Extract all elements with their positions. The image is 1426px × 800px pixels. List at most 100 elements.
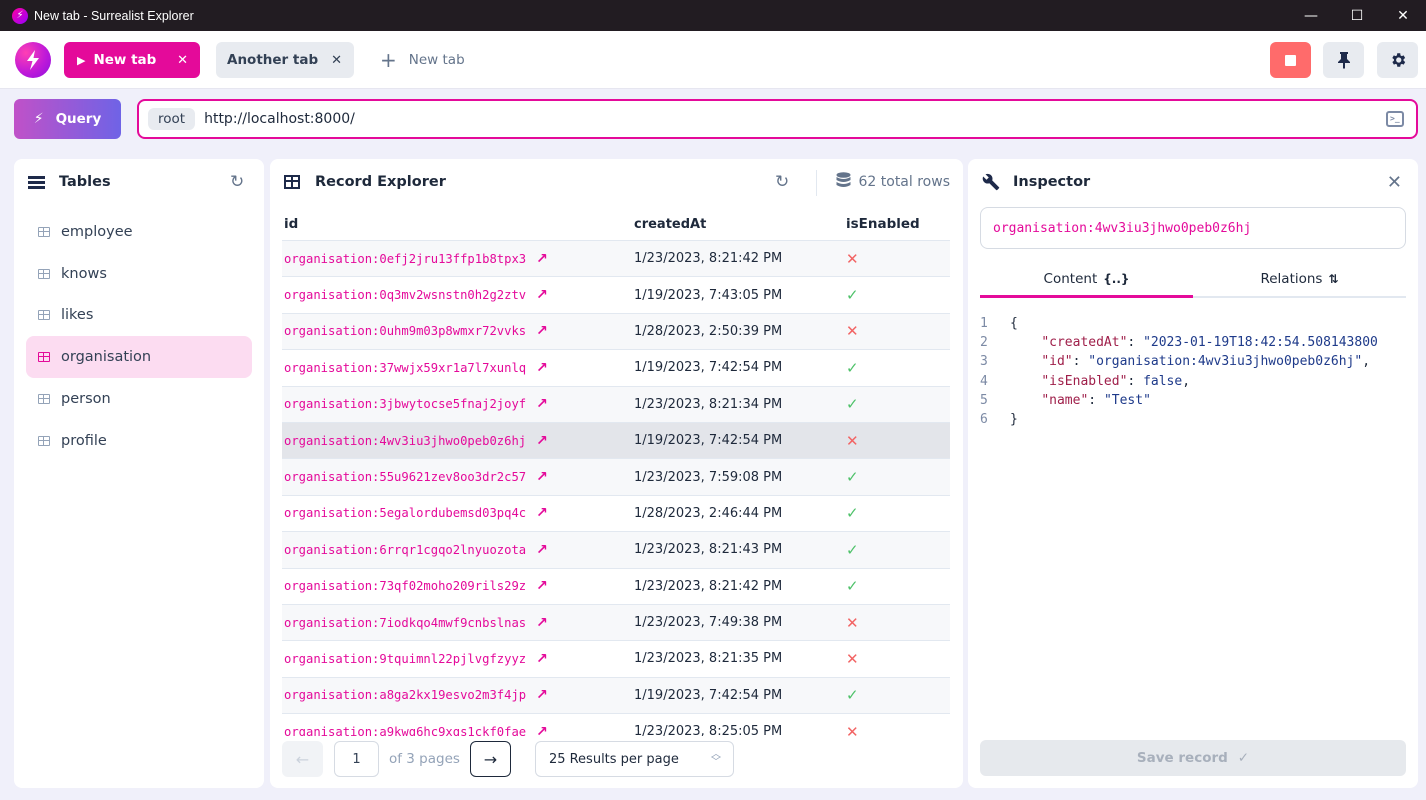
- total-rows-label: 62 total rows: [858, 174, 951, 190]
- table-row[interactable]: organisation:5egalordubemsd03pq4c ↗ 1/28/2…: [282, 496, 950, 533]
- close-tab-icon[interactable]: ✕: [177, 53, 188, 68]
- tab-content[interactable]: Content {..}: [980, 262, 1193, 298]
- tab-relations[interactable]: Relations ⇅: [1193, 262, 1406, 296]
- record-link[interactable]: organisation:55u9621zev8oo3dr2c57: [284, 470, 526, 484]
- record-link[interactable]: organisation:3jbwytocse5fnaj2joyf: [284, 397, 526, 411]
- results-per-page-select[interactable]: 25 Results per page ︿ ﹀: [534, 741, 734, 777]
- column-header-createdAt[interactable]: createdAt: [634, 217, 842, 232]
- open-record-icon[interactable]: ↗: [536, 724, 548, 736]
- table-row[interactable]: organisation:4wv3iu3jhwo0peb0z6hj ↗ 1/19/2…: [282, 422, 950, 460]
- record-json-editor[interactable]: 1{2 "createdAt": "2023-01-19T18:42:54.50…: [980, 316, 1406, 436]
- record-link[interactable]: organisation:0uhm9m03p8wmxr72vvks: [284, 324, 526, 338]
- record-link[interactable]: organisation:6rrqr1cgqo2lnyuozota: [284, 543, 526, 557]
- table-row[interactable]: organisation:3jbwytocse5fnaj2joyf ↗ 1/23/2…: [282, 386, 950, 423]
- sidebar-item-likes[interactable]: likes: [26, 294, 252, 336]
- record-link[interactable]: organisation:9tquimnl22pjlvgfzyyz: [284, 652, 526, 666]
- code-line: 4 "isEnabled": false,: [980, 374, 1406, 393]
- connection-bar[interactable]: root http://localhost:8000/ >_: [137, 99, 1418, 139]
- open-record-icon[interactable]: ↗: [536, 323, 548, 339]
- table-row[interactable]: organisation:a9kwg6hc9xgs1ckf0fae ↗ 1/23/2…: [282, 714, 950, 736]
- table-row[interactable]: organisation:55u9621zev8oo3dr2c57 ↗ 1/23/2…: [282, 459, 950, 496]
- record-link[interactable]: organisation:0efj2jru13ffp1b8tpx3: [284, 252, 526, 266]
- table-row[interactable]: organisation:0efj2jru13ffp1b8tpx3 ↗ 1/23/2…: [282, 241, 950, 278]
- stop-server-button[interactable]: [1270, 42, 1311, 78]
- tab-another-tab[interactable]: Another tab ✕: [216, 42, 354, 78]
- settings-button[interactable]: [1377, 42, 1418, 78]
- sidebar-item-employee[interactable]: employee: [26, 211, 252, 253]
- open-record-icon[interactable]: ↗: [536, 469, 548, 485]
- record-link[interactable]: organisation:4wv3iu3jhwo0peb0z6hj: [284, 434, 526, 448]
- records-table: id createdAt isEnabled organisation:0efj…: [282, 208, 950, 736]
- record-link[interactable]: organisation:5egalordubemsd03pq4c: [284, 506, 526, 520]
- cell-createdAt: 1/23/2023, 8:21:42 PM: [634, 578, 783, 594]
- close-window-button[interactable]: ✕: [1380, 0, 1426, 31]
- table-row[interactable]: organisation:37wwjx59xr1a7l7xunlq ↗ 1/19/2…: [282, 350, 950, 387]
- table-row[interactable]: organisation:6rrqr1cgqo2lnyuozota ↗ 1/23/2…: [282, 532, 950, 569]
- record-explorer-panel: Record Explorer ↻ 62 total rows id creat…: [270, 159, 963, 788]
- table-icon: [38, 393, 50, 404]
- open-record-icon[interactable]: ↗: [536, 687, 548, 703]
- pin-icon: [1337, 52, 1350, 69]
- open-record-icon[interactable]: ↗: [536, 396, 548, 412]
- column-header-isEnabled[interactable]: isEnabled: [842, 216, 950, 232]
- page-number-input[interactable]: 1: [334, 741, 379, 777]
- record-link[interactable]: organisation:73qf02moho209rils29z: [284, 579, 526, 593]
- minimize-button[interactable]: —: [1288, 0, 1334, 31]
- previous-page-button[interactable]: ←: [282, 741, 323, 777]
- query-button[interactable]: ⚡ Query: [14, 99, 121, 139]
- open-record-icon[interactable]: ↗: [536, 251, 548, 267]
- record-link[interactable]: organisation:0q3mv2wsnstn0h2g2ztv: [284, 288, 526, 302]
- column-header-id[interactable]: id: [282, 216, 634, 232]
- open-record-icon[interactable]: ↗: [536, 360, 548, 376]
- table-row[interactable]: organisation:0uhm9m03p8wmxr72vvks ↗ 1/28/2…: [282, 313, 950, 351]
- open-record-icon[interactable]: ↗: [536, 615, 548, 631]
- check-icon: ✓: [846, 504, 859, 523]
- cell-isEnabled: ✓: [842, 395, 950, 413]
- cell-createdAt: 1/23/2023, 8:21:34 PM: [634, 396, 783, 412]
- table-row[interactable]: organisation:9tquimnl22pjlvgfzyyz ↗ 1/23/2…: [282, 641, 950, 678]
- code-line: 5 "name": "Test": [980, 393, 1406, 412]
- open-record-icon[interactable]: ↗: [536, 287, 548, 303]
- sidebar-item-knows[interactable]: knows: [26, 253, 252, 295]
- close-inspector-icon[interactable]: ✕: [1387, 172, 1402, 193]
- refresh-tables-icon[interactable]: ↻: [230, 172, 244, 192]
- new-tab-button[interactable]: + New tab: [380, 42, 465, 78]
- table-row[interactable]: organisation:73qf02moho209rils29z ↗ 1/23/2…: [282, 569, 950, 605]
- cell-createdAt: 1/23/2023, 8:21:42 PM: [634, 251, 783, 267]
- sidebar-item-person[interactable]: person: [26, 378, 252, 420]
- open-record-icon[interactable]: ↗: [536, 433, 548, 449]
- cell-id: organisation:55u9621zev8oo3dr2c57 ↗: [282, 469, 634, 485]
- save-record-button[interactable]: Save record ✓: [980, 740, 1406, 776]
- sidebar-item-organisation[interactable]: organisation: [26, 336, 252, 379]
- sidebar-item-label: employee: [61, 224, 133, 240]
- record-link[interactable]: organisation:37wwjx59xr1a7l7xunlq: [284, 361, 526, 375]
- close-tab-icon[interactable]: ✕: [331, 53, 342, 68]
- x-icon: ✕: [846, 249, 859, 268]
- table-row[interactable]: organisation:0q3mv2wsnstn0h2g2ztv ↗ 1/19/2…: [282, 277, 950, 314]
- pin-window-button[interactable]: [1323, 42, 1364, 78]
- maximize-button[interactable]: ☐: [1334, 0, 1380, 31]
- record-link[interactable]: organisation:a9kwg6hc9xgs1ckf0fae: [284, 725, 526, 736]
- code-token: "organisation:4wv3iu3jhwo0peb0z6hj": [1088, 354, 1363, 370]
- table-row[interactable]: organisation:a8ga2kx19esvo2m3f4jp ↗ 1/19/2…: [282, 677, 950, 715]
- sidebar-item-profile[interactable]: profile: [26, 420, 252, 462]
- open-record-icon[interactable]: ↗: [536, 542, 548, 558]
- tab-new-tab[interactable]: ▶ New tab ✕: [64, 42, 200, 78]
- record-id-input[interactable]: organisation:4wv3iu3jhwo0peb0z6hj: [980, 207, 1406, 249]
- open-record-icon[interactable]: ↗: [536, 578, 548, 594]
- sidebar-item-label: knows: [61, 265, 107, 282]
- record-link[interactable]: organisation:a8ga2kx19esvo2m3f4jp: [284, 688, 526, 702]
- open-record-icon[interactable]: ↗: [536, 505, 548, 521]
- refresh-records-icon[interactable]: ↻: [775, 172, 789, 192]
- next-page-button[interactable]: →: [469, 741, 511, 777]
- open-record-icon[interactable]: ↗: [536, 651, 548, 667]
- bolt-icon: ⚡: [33, 111, 44, 127]
- cell-id: organisation:0uhm9m03p8wmxr72vvks ↗: [282, 323, 634, 339]
- surrealist-logo-icon: [15, 42, 51, 78]
- console-icon[interactable]: >_: [1386, 111, 1404, 127]
- code-token: "2023-01-19T18:42:54.508143800: [1143, 335, 1378, 351]
- table-row[interactable]: organisation:7iodkqo4mwf9cnbslnas ↗ 1/23/2…: [282, 604, 950, 642]
- check-icon: ✓: [846, 358, 859, 377]
- record-link[interactable]: organisation:7iodkqo4mwf9cnbslnas: [284, 616, 526, 630]
